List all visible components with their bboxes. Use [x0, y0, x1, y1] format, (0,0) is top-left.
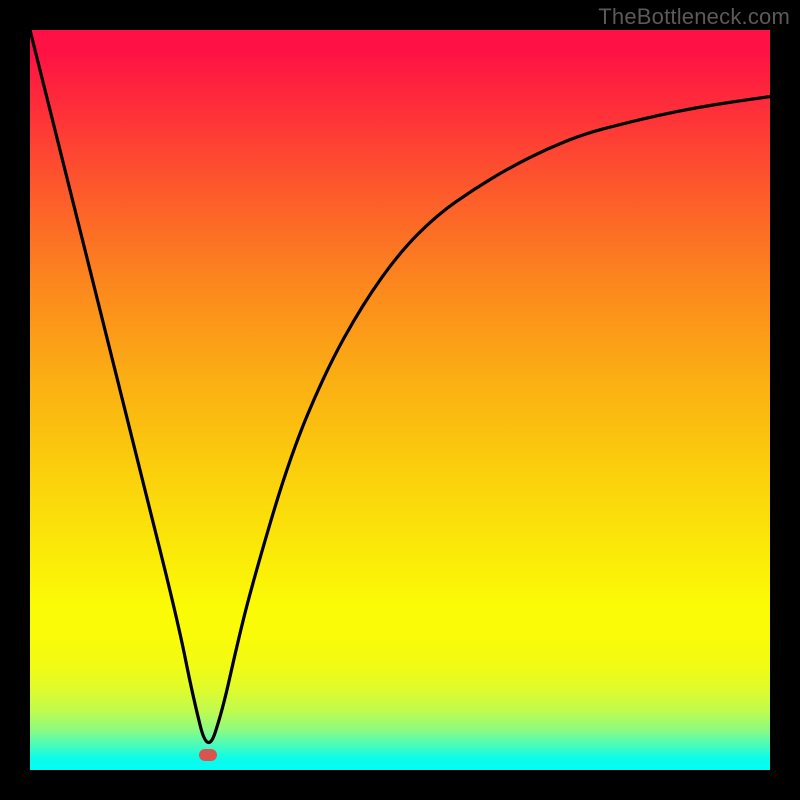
watermark-text: TheBottleneck.com [598, 4, 790, 30]
minimum-marker [199, 749, 217, 761]
plot-area [30, 30, 770, 770]
chart-frame: TheBottleneck.com [0, 0, 800, 800]
bottleneck-curve [30, 30, 770, 770]
curve-path [30, 30, 770, 743]
